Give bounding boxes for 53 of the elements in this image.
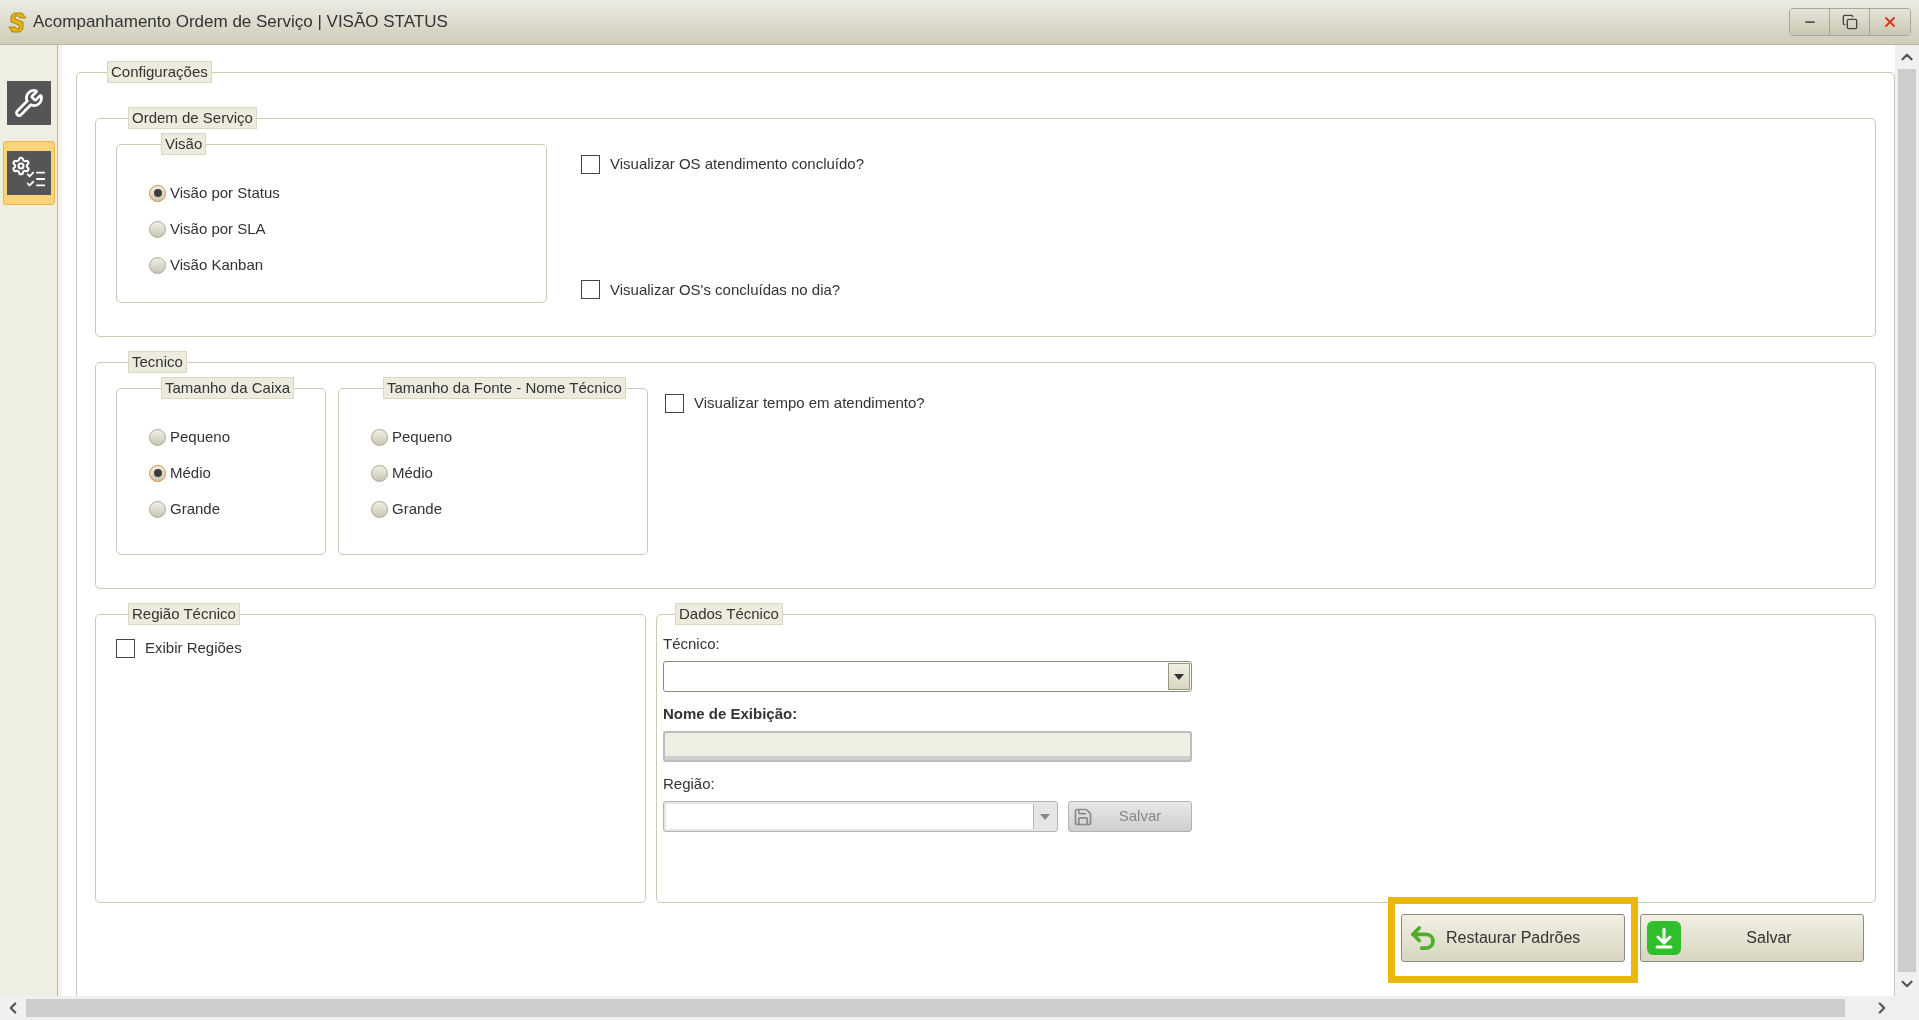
- radio-label: Visão por Status: [170, 182, 280, 203]
- scrollbar-thumb[interactable]: [1898, 69, 1916, 972]
- radio-label: Médio: [392, 462, 433, 483]
- restore-button[interactable]: [1830, 9, 1870, 35]
- action-button[interactable]: Salvar: [1640, 914, 1864, 962]
- group-title: Tamanho da Fonte - Nome Técnico: [383, 377, 626, 399]
- checkbox-label: Visualizar tempo em atendimento?: [694, 393, 925, 413]
- checkbox[interactable]: [116, 638, 135, 658]
- close-icon: [1882, 14, 1898, 30]
- sidebar-item[interactable]: [2, 141, 55, 205]
- scrollbar-thumb[interactable]: [26, 999, 1845, 1017]
- radio-label: Médio: [170, 462, 211, 483]
- restore-window-icon: [1841, 14, 1858, 30]
- radio-button[interactable]: [149, 500, 166, 518]
- field-label: Região:: [663, 773, 716, 794]
- action-button[interactable]: Restaurar Padrões: [1401, 914, 1625, 962]
- radio-label: Grande: [392, 498, 443, 519]
- dropdown-field[interactable]: [663, 661, 1192, 692]
- vertical-scrollbar[interactable]: [1895, 45, 1919, 996]
- radio-button[interactable]: [149, 184, 166, 202]
- group-title: Tecnico: [128, 351, 187, 373]
- window-title: Acompanhamento Ordem de Serviço | VISÃO STATUS: [33, 11, 448, 34]
- group-title: Região Técnico: [128, 603, 240, 625]
- radio-label: Pequeno: [170, 426, 231, 447]
- checkbox-label: Visualizar OS atendimento concluído?: [610, 154, 865, 174]
- app-logo-icon: [6, 10, 30, 34]
- checkbox-label: Exibir Regiões: [145, 638, 242, 658]
- group-title: Ordem de Serviço: [128, 107, 257, 129]
- field-label: Técnico:: [663, 633, 721, 654]
- radio-label: Grande: [170, 498, 221, 519]
- radio-button[interactable]: [149, 464, 166, 482]
- field-label: Nome de Exibição:: [663, 703, 799, 724]
- radio-button[interactable]: [371, 500, 388, 518]
- radio-button[interactable]: [371, 464, 388, 482]
- back-arrow-icon: [1408, 923, 1438, 953]
- radio-button[interactable]: [149, 428, 166, 446]
- checkbox-label: Visualizar OS's concluídas no dia?: [610, 279, 841, 300]
- radio-label: Pequeno: [392, 426, 453, 447]
- checkbox[interactable]: [581, 280, 600, 300]
- radio-button[interactable]: [371, 428, 388, 446]
- dropdown-field[interactable]: [663, 801, 1058, 832]
- group-title: Visão: [161, 133, 207, 155]
- group-title: Dados Técnico: [675, 603, 783, 625]
- radio-label: Visão por SLA: [170, 218, 266, 239]
- group-title: Tamanho da Caixa: [161, 377, 295, 399]
- horizontal-scrollbar[interactable]: [0, 996, 1919, 1020]
- radio-button[interactable]: [149, 256, 166, 274]
- group-title: Configurações: [107, 61, 212, 83]
- checkbox[interactable]: [581, 154, 600, 174]
- radio-label: Visão Kanban: [170, 254, 264, 275]
- checkbox[interactable]: [665, 393, 684, 413]
- radio-button[interactable]: [149, 220, 166, 238]
- download-icon: [1647, 921, 1681, 955]
